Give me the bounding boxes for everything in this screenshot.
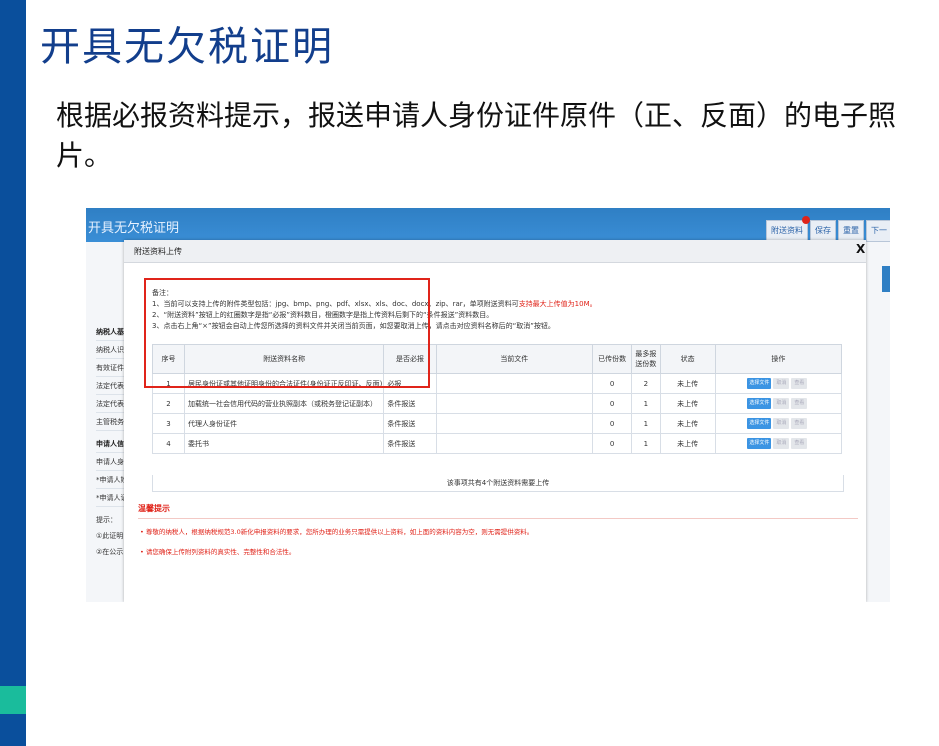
hint-line: ①此证明 [96, 532, 124, 540]
cancel-button[interactable]: 取消 [773, 378, 790, 389]
tip-line: • 请您确保上传附列资料的真实性、完整性和合法性。 [140, 548, 296, 556]
tip-line: • 尊敬的纳税人，根据纳税规范3.0新化申报资料的要求，您所办理的业务只需提供以… [140, 528, 534, 536]
cell-actions: 选择文件 取消 查看 [714, 433, 843, 454]
highlight-box [144, 278, 430, 388]
column-header: 已传份数 [591, 344, 633, 374]
form-row: 法定代表 [96, 396, 126, 413]
next-button[interactable]: 下一 [866, 220, 890, 242]
dialog-title: 附送资料上传 [134, 247, 182, 256]
cell-required: 条件报送 [383, 433, 437, 454]
cell-no: 3 [152, 413, 185, 434]
form-row: *申请人证 [96, 490, 126, 507]
form-row: 纳税人基 [96, 324, 126, 341]
cell-no: 4 [152, 433, 185, 454]
cell-file [435, 413, 594, 434]
app-screenshot: 开具无欠税证明 附送资料 保存 重置 下一 纳税人基 纳税人识 有效证件 法定代… [86, 208, 890, 602]
cell-uploaded: 0 [591, 393, 633, 414]
cancel-button[interactable]: 取消 [773, 398, 790, 409]
view-button[interactable]: 查看 [791, 438, 808, 449]
column-header: 状态 [659, 344, 716, 374]
cell-max: 1 [631, 433, 661, 454]
form-row: 有效证件 [96, 360, 126, 377]
view-button[interactable]: 查看 [791, 398, 808, 409]
cell-name: 代理人身份证件 [183, 413, 385, 434]
background-right-panel [866, 242, 890, 602]
column-header: 当前文件 [435, 344, 594, 374]
cell-actions: 选择文件 取消 查看 [714, 373, 843, 394]
slide-title: 开具无欠税证明 [40, 24, 334, 70]
slide-left-bar [0, 0, 26, 746]
column-header: 操作 [714, 344, 843, 374]
cell-name: 加载统一社会信用代码的营业执照副本（或税务登记证副本） [183, 393, 385, 414]
tips-title: 温馨提示 [138, 504, 170, 513]
cell-actions: 选择文件 取消 查看 [714, 393, 843, 414]
table-row: 3 代理人身份证件 条件报送 0 1 未上传 选择文件 取消 查看 [152, 413, 843, 434]
view-button[interactable]: 查看 [791, 418, 808, 429]
slide-left-accent [0, 686, 26, 714]
cell-required: 条件报送 [383, 393, 437, 414]
form-row: 主管税务 [96, 414, 126, 431]
dialog-header: 附送资料上传 X [124, 240, 866, 263]
attach-materials-button[interactable]: 附送资料 [766, 220, 808, 242]
view-button[interactable]: 查看 [791, 378, 808, 389]
cell-max: 1 [631, 393, 661, 414]
form-row: 纳税人识 [96, 342, 126, 359]
cell-name: 委托书 [183, 433, 385, 454]
cancel-button[interactable]: 取消 [773, 438, 790, 449]
cell-file [435, 433, 594, 454]
form-row: *申请人姓 [96, 472, 126, 489]
table-summary: 该事项共有4个附送资料需要上传 [152, 475, 844, 492]
cell-required: 条件报送 [383, 413, 437, 434]
form-row: 申请人信 [96, 436, 126, 453]
cell-actions: 选择文件 取消 查看 [714, 413, 843, 434]
tips-divider [138, 518, 858, 519]
cell-status: 未上传 [659, 433, 716, 454]
cell-status: 未上传 [659, 413, 716, 434]
hint-label: 提示： [96, 516, 117, 524]
notification-badge-icon [802, 216, 810, 224]
select-file-button[interactable]: 选择文件 [747, 438, 772, 449]
cell-status: 未上传 [659, 373, 716, 394]
cell-uploaded: 0 [591, 433, 633, 454]
reset-button[interactable]: 重置 [838, 220, 864, 242]
hint-line: ②在公示 [96, 548, 124, 556]
cell-no: 2 [152, 393, 185, 414]
close-icon[interactable]: X [856, 242, 865, 256]
cancel-button[interactable]: 取消 [773, 418, 790, 429]
form-row: 申请人身 [96, 454, 126, 471]
column-header: 最多报送份数 [631, 344, 661, 374]
cell-file [435, 393, 594, 414]
cell-uploaded: 0 [591, 413, 633, 434]
background-right-button[interactable] [882, 266, 890, 292]
table-row: 4 委托书 条件报送 0 1 未上传 选择文件 取消 查看 [152, 433, 843, 454]
cell-max: 1 [631, 413, 661, 434]
form-row: 法定代表 [96, 378, 126, 395]
app-title: 开具无欠税证明 [88, 221, 180, 236]
save-button[interactable]: 保存 [810, 220, 836, 242]
table-row: 2 加载统一社会信用代码的营业执照副本（或税务登记证副本） 条件报送 0 1 未… [152, 393, 843, 414]
cell-file [435, 373, 594, 394]
cell-status: 未上传 [659, 393, 716, 414]
cell-max: 2 [631, 373, 661, 394]
cell-uploaded: 0 [591, 373, 633, 394]
background-form: 纳税人基 纳税人识 有效证件 法定代表 法定代表 主管税务 申请人信 申请人身 … [86, 242, 126, 602]
slide-body-text: 根据必报资料提示，报送申请人身份证件原件（正、反面）的电子照片。 [56, 99, 897, 172]
select-file-button[interactable]: 选择文件 [747, 418, 772, 429]
select-file-button[interactable]: 选择文件 [747, 398, 772, 409]
select-file-button[interactable]: 选择文件 [747, 378, 772, 389]
